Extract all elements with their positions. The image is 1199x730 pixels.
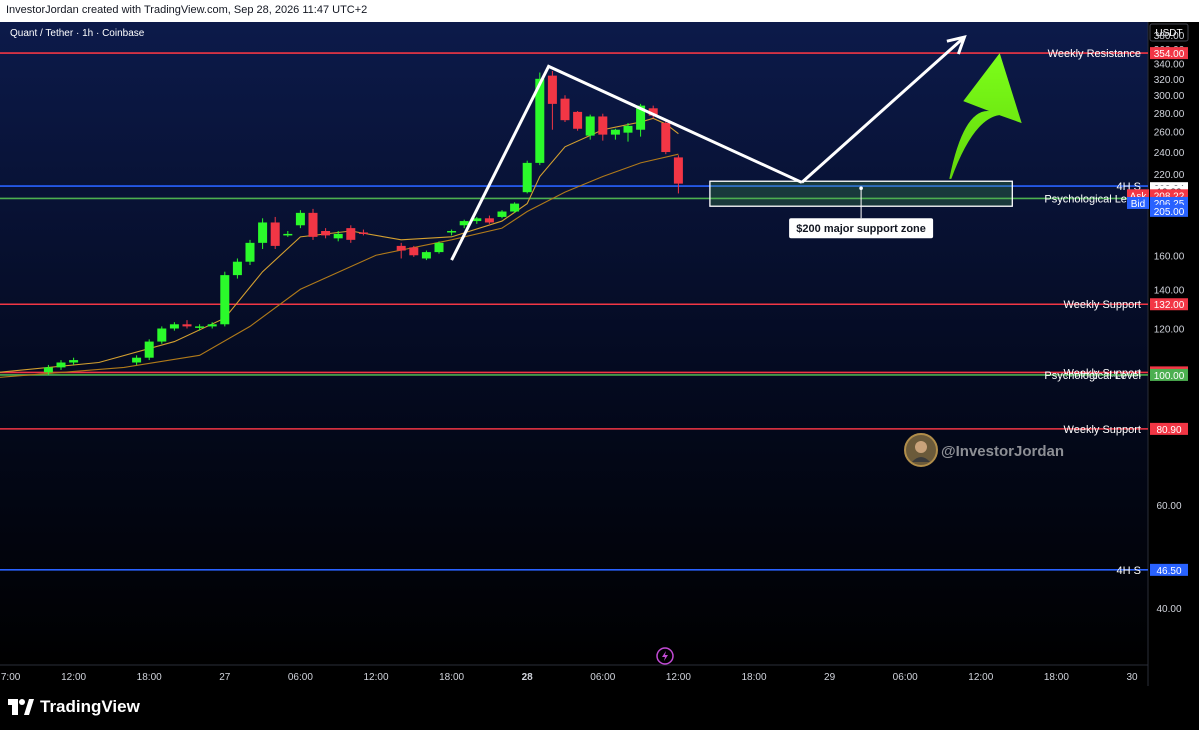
y-tick-label: 240.00 [1154, 148, 1185, 159]
x-tick-label: 12:00 [363, 672, 388, 683]
x-tick-label: 12:00 [61, 672, 86, 683]
zone-label-text: $200 major support zone [796, 223, 926, 235]
candle-body [358, 232, 368, 234]
candle-body [547, 75, 557, 104]
y-tick-label: 380.00 [1154, 31, 1185, 42]
x-tick-label: 27 [219, 672, 231, 683]
candle-body [308, 212, 318, 237]
candle-body [409, 247, 419, 256]
x-tick-label: 28 [522, 672, 534, 683]
tradingview-logo-icon [8, 699, 34, 715]
x-tick-label: 06:00 [590, 672, 615, 683]
x-tick-label: 30 [1126, 672, 1138, 683]
x-tick-label: 18:00 [741, 672, 766, 683]
candle-body [573, 111, 583, 129]
tradingview-logo-text: TradingView [40, 697, 140, 716]
top-credit-bar: InvestorJordan created with TradingView.… [0, 0, 1199, 22]
candle-body [434, 242, 444, 253]
candle-body [421, 252, 431, 259]
candle-body [396, 245, 406, 251]
candle-body [245, 242, 255, 262]
candle-body [484, 218, 494, 223]
x-tick-label: 18:00 [439, 672, 464, 683]
zone-pointer-dot [859, 186, 863, 191]
footer-bar: TradingView [0, 686, 1199, 730]
candle-body [560, 98, 570, 121]
level-label: Psychological Level [1044, 193, 1141, 205]
x-axis-ticks: 7:00 12:00 18:00 27 06:00 12:00 18:00 28 06:00 12… [1, 672, 1138, 683]
price-axis-panel[interactable] [1148, 22, 1199, 686]
candle-body [295, 212, 305, 226]
candle-body [661, 123, 671, 153]
level-price-tag-text: 100.00 [1154, 371, 1185, 382]
price-chart[interactable]: Quant / Tether · 1h · Coinbase USDT 40.0… [0, 22, 1199, 686]
y-tick-label: 320.00 [1154, 75, 1185, 86]
watermark-text: @InvestorJordan [941, 443, 1064, 460]
candle-body [283, 233, 293, 236]
y-tick-label: 300.00 [1154, 91, 1185, 102]
x-tick-label: 29 [824, 672, 836, 683]
candle-body [270, 222, 280, 246]
candle-body [623, 125, 633, 133]
candle-body [182, 324, 192, 327]
avatar-face [915, 441, 927, 453]
candle-body [69, 360, 79, 363]
credit-text: InvestorJordan created with TradingView.… [6, 4, 368, 16]
candle-body [510, 203, 520, 212]
candle-body [585, 116, 595, 136]
x-tick-label: 12:00 [666, 672, 691, 683]
candle-body [258, 222, 268, 243]
y-tick-label: 340.00 [1154, 59, 1185, 70]
candle-body [207, 324, 217, 327]
y-tick-label: 160.00 [1154, 251, 1185, 262]
x-tick-label: 06:00 [893, 672, 918, 683]
candle-body [610, 129, 620, 135]
candle-body [157, 328, 167, 342]
candle-body [522, 162, 532, 193]
price-tag-text: 205.00 [1154, 207, 1185, 218]
level-label: 4H S [1117, 565, 1141, 577]
candle-body [333, 233, 343, 239]
x-tick-label: 06:00 [288, 672, 313, 683]
x-tick-label: 18:00 [137, 672, 162, 683]
level-label: Psychological Level [1044, 370, 1141, 382]
candle-body [132, 357, 142, 363]
candle-body [497, 211, 507, 217]
price-tag-prefix-text: Bid [1131, 199, 1145, 210]
candle-body [673, 157, 683, 184]
y-tick-label: 140.00 [1154, 285, 1185, 296]
level-price-tag-text: 80.90 [1156, 425, 1181, 436]
candle-body [169, 324, 179, 329]
y-tick-label: 220.00 [1154, 170, 1185, 181]
candle-body [447, 231, 457, 233]
candle-body [346, 228, 356, 240]
candle-body [220, 275, 230, 325]
y-tick-label: 260.00 [1154, 128, 1185, 139]
y-tick-label: 60.00 [1156, 501, 1181, 512]
x-tick-label: 18:00 [1044, 672, 1069, 683]
tradingview-logo[interactable]: TradingView [8, 697, 140, 717]
candle-body [321, 231, 331, 236]
candle-body [43, 367, 53, 373]
level-price-tag-text: 46.50 [1156, 566, 1181, 577]
candle-body [598, 116, 608, 135]
chart-title: Quant / Tether · 1h · Coinbase [10, 28, 145, 39]
y-tick-label: 120.00 [1154, 325, 1185, 336]
candle-body [144, 341, 154, 358]
candle-body [232, 261, 242, 276]
level-price-tag-text: 132.00 [1154, 300, 1185, 311]
x-tick-label: 12:00 [968, 672, 993, 683]
y-tick-label: 40.00 [1156, 604, 1181, 615]
candle-body [195, 326, 205, 328]
level-label: Weekly Resistance [1048, 48, 1141, 60]
level-price-tag-text: 354.00 [1154, 49, 1185, 60]
candle-body [56, 362, 66, 368]
candle-body [459, 221, 469, 226]
y-tick-label: 280.00 [1154, 109, 1185, 120]
level-label: Weekly Support [1064, 424, 1141, 436]
level-label: Weekly Support [1064, 299, 1141, 311]
x-tick-label: 7:00 [1, 672, 21, 683]
